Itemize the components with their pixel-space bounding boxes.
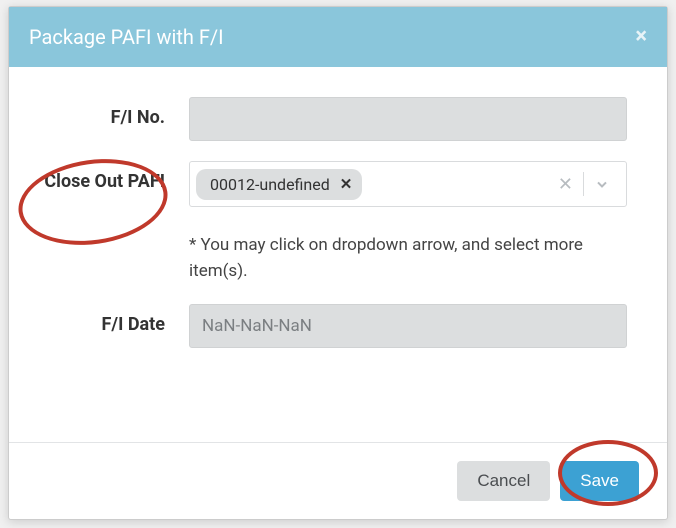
- label-fi-date: F/I Date: [39, 304, 189, 335]
- tag-remove-icon[interactable]: ✕: [340, 175, 353, 193]
- close-icon[interactable]: ×: [635, 26, 647, 48]
- row-helper: * You may click on dropdown arrow, and s…: [39, 227, 627, 284]
- modal-dialog: Package PAFI with F/I × F/I No. Close Ou…: [8, 6, 668, 520]
- fi-no-field: [189, 97, 627, 141]
- label-close-out: Close Out PAFI: [39, 161, 189, 192]
- cancel-button[interactable]: Cancel: [457, 461, 550, 501]
- label-fi-no: F/I No.: [39, 97, 189, 128]
- select-controls: ✕: [548, 172, 620, 196]
- modal-body: F/I No. Close Out PAFI 00012-undefined ✕…: [9, 67, 667, 442]
- control-fi-date: NaN-NaN-NaN: [189, 304, 627, 348]
- modal-header: Package PAFI with F/I ×: [9, 7, 667, 67]
- clear-all-icon[interactable]: ✕: [548, 174, 583, 195]
- modal-footer: Cancel Save: [9, 442, 667, 519]
- helper-wrap: * You may click on dropdown arrow, and s…: [189, 227, 627, 284]
- control-close-out: 00012-undefined ✕ ✕: [189, 161, 627, 207]
- tag-text: 00012-undefined: [210, 175, 330, 194]
- close-out-select[interactable]: 00012-undefined ✕ ✕: [189, 161, 627, 207]
- save-button[interactable]: Save: [560, 461, 639, 501]
- modal-title: Package PAFI with F/I: [29, 25, 224, 49]
- control-fi-no: [189, 97, 627, 141]
- selected-tag: 00012-undefined ✕: [196, 169, 362, 200]
- fi-date-field: NaN-NaN-NaN: [189, 304, 627, 348]
- row-fi-date: F/I Date NaN-NaN-NaN: [39, 304, 627, 348]
- row-close-out: Close Out PAFI 00012-undefined ✕ ✕: [39, 161, 627, 207]
- row-fi-no: F/I No.: [39, 97, 627, 141]
- chevron-down-icon[interactable]: [584, 176, 620, 192]
- helper-text: * You may click on dropdown arrow, and s…: [189, 233, 627, 284]
- spacer: [39, 227, 189, 237]
